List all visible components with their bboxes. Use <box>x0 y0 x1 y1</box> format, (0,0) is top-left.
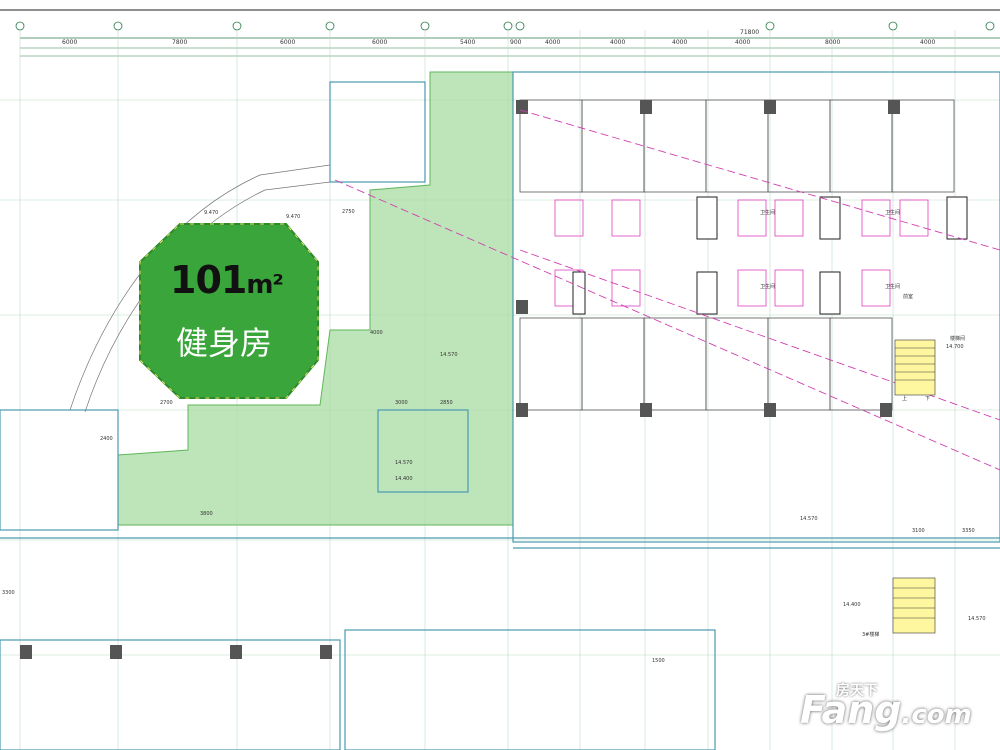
dim-text: 3800 <box>200 511 213 517</box>
dim-text: 6000 <box>62 39 77 46</box>
area-unit: m² <box>246 270 283 300</box>
bathrooms <box>554 199 929 307</box>
dim-text: 6000 <box>280 39 295 46</box>
room-tag: 卫生间 <box>885 209 900 216</box>
dim-text: 2850 <box>440 400 453 406</box>
stairs <box>892 339 936 634</box>
gym-octagon <box>139 223 319 399</box>
room-tag: 前室 <box>903 293 913 300</box>
elevation-text: 9.470 <box>286 214 300 220</box>
dim-text: 900 <box>510 39 522 46</box>
dim-text: 3350 <box>962 528 975 534</box>
stair-label-up: 上 <box>902 395 907 402</box>
dimension-labels: 6000 7800 6000 6000 5400 900 4000 4000 4… <box>62 29 935 46</box>
floor-plan-drawing: 6000 7800 6000 6000 5400 900 4000 4000 4… <box>0 9 1000 750</box>
dim-text: 6000 <box>372 39 387 46</box>
fang-watermark: 房天下 Fang.com <box>800 680 995 740</box>
axis-bubbles <box>15 21 995 31</box>
elevation-text: 14.570 <box>800 516 818 522</box>
elevation-text: 14.400 <box>843 602 861 608</box>
room-tag: 3#楼梯 <box>862 631 879 638</box>
dim-text: 8000 <box>825 39 840 46</box>
elevation-text: 14.700 <box>946 344 964 350</box>
gym-area-label: 101m² <box>170 258 284 302</box>
watermark-brand-suffix: .com <box>901 700 972 730</box>
dim-text: 4000 <box>610 39 625 46</box>
watermark-brand-en: Fang <box>800 688 902 732</box>
dim-text: 1500 <box>652 658 665 664</box>
dim-text: 3300 <box>2 590 15 596</box>
stair-label-down: 下 <box>925 396 930 402</box>
dim-text: 3100 <box>912 528 925 534</box>
elevation-text: 14.570 <box>968 616 986 622</box>
room-tag: 卫生间 <box>760 209 775 216</box>
area-value: 101 <box>170 258 247 302</box>
gym-room-name: 健身房 <box>176 324 273 362</box>
room-tag: 楼梯间 <box>950 335 965 342</box>
dim-text: 4000 <box>545 39 560 46</box>
room-tags: 卫生间 卫生间 卫生间 卫生间 前室 楼梯间 3#楼梯 上 下 <box>760 209 965 638</box>
overall-dim-text: 71800 <box>740 29 759 36</box>
room-tag: 卫生间 <box>760 283 775 290</box>
dim-text: 3000 <box>395 400 408 406</box>
dim-text: 4000 <box>370 330 383 336</box>
dim-text: 2750 <box>342 209 355 215</box>
room-tag: 卫生间 <box>885 283 900 290</box>
dim-text: 4000 <box>920 39 935 46</box>
dim-text: 2400 <box>100 436 113 442</box>
dim-text: 7800 <box>172 39 187 46</box>
dim-text: 5400 <box>460 39 475 46</box>
dim-text: 4000 <box>672 39 687 46</box>
right-rooms <box>519 99 955 411</box>
elevation-text: 14.570 <box>395 460 413 466</box>
elevation-text: 14.570 <box>440 352 458 358</box>
elevation-text: 14.400 <box>395 476 413 482</box>
dim-text: 2700 <box>160 400 173 406</box>
elevation-text: 9.470 <box>204 210 218 216</box>
dim-text: 4000 <box>735 39 750 46</box>
